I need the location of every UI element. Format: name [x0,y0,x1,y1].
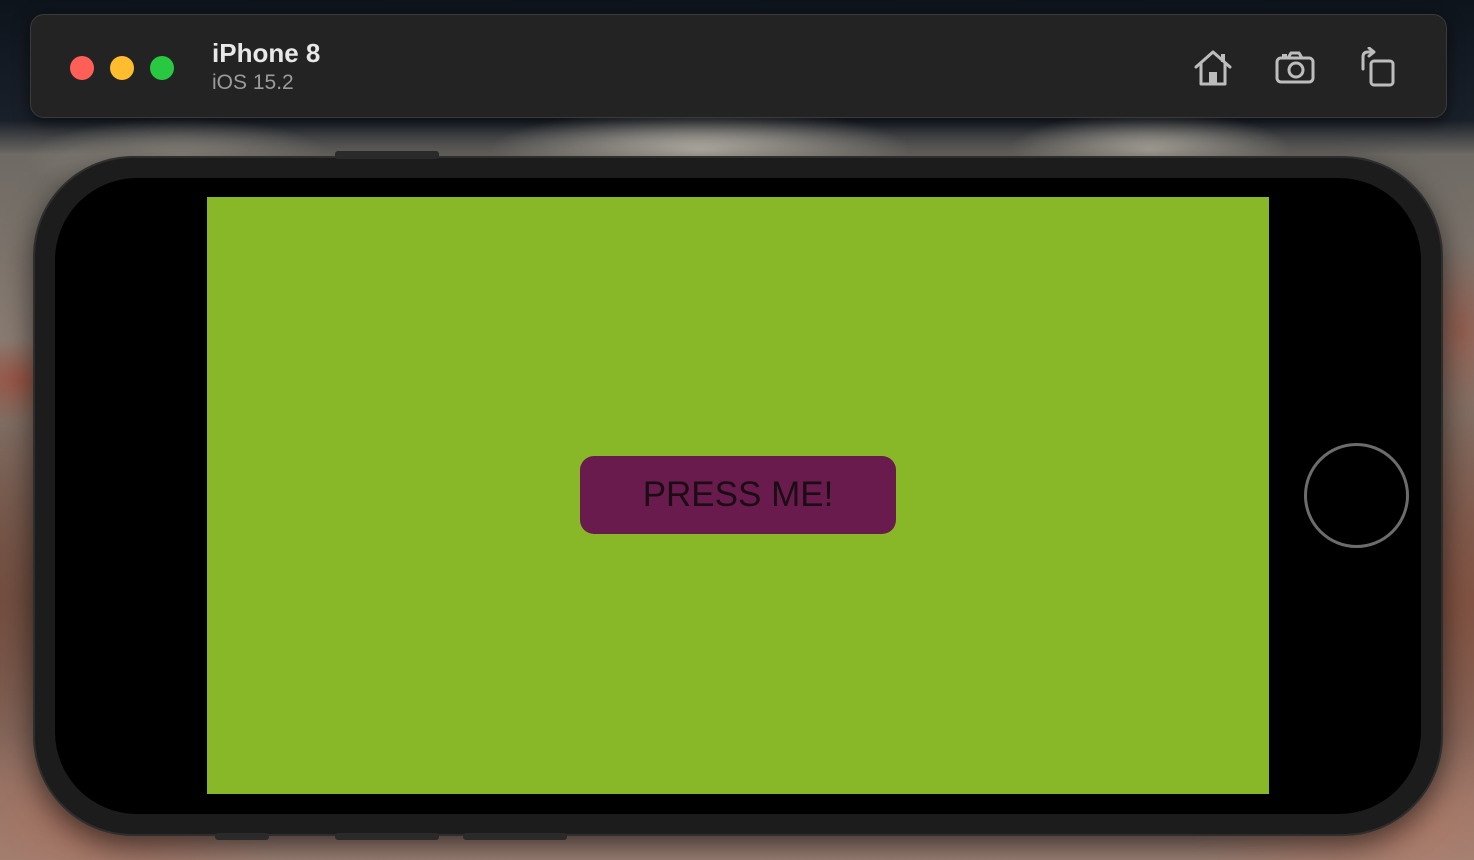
rotate-icon [1361,47,1395,87]
rotate-button[interactable] [1354,45,1400,91]
screenshot-button[interactable] [1272,45,1318,91]
home-icon [1194,50,1232,86]
power-side-button[interactable] [335,151,439,159]
volume-down-button[interactable] [463,833,567,840]
device-name: iPhone 8 [212,38,321,68]
zoom-window-button[interactable] [150,56,174,80]
simulator-title-bar: iPhone 8 iOS 15.2 [30,14,1447,118]
close-window-button[interactable] [70,56,94,80]
minimize-window-button[interactable] [110,56,134,80]
app-screen: PRESS ME! [207,197,1269,794]
device-home-button[interactable] [1304,443,1409,548]
mute-switch[interactable] [215,833,269,840]
volume-up-button[interactable] [335,833,439,840]
screenshot-icon [1275,51,1315,84]
home-button-toolbar[interactable] [1190,45,1236,91]
press-me-button[interactable]: PRESS ME! [580,456,896,534]
os-version: iOS 15.2 [212,71,294,94]
